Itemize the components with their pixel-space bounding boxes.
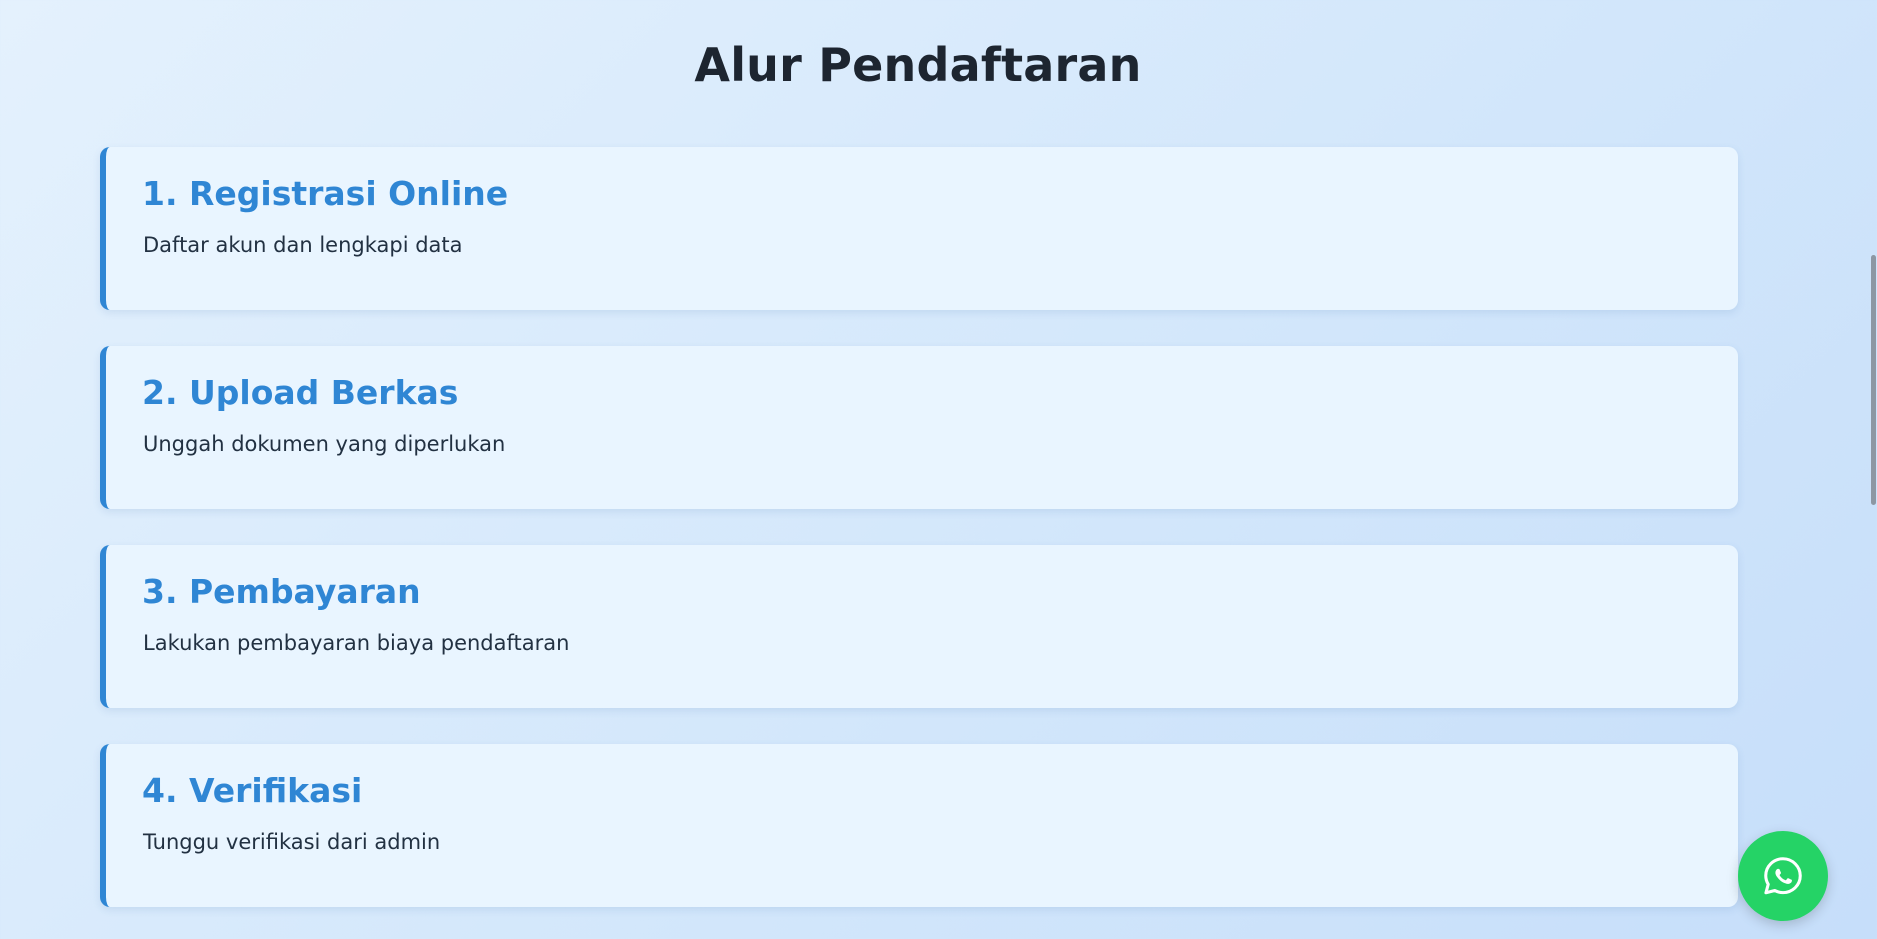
- step-description: Tunggu verifikasi dari admin: [143, 830, 441, 854]
- step-title: 3. Pembayaran: [142, 572, 421, 611]
- step-title: 4. Verifikasi: [142, 771, 363, 810]
- page-scrollbar[interactable]: [1870, 0, 1877, 939]
- whatsapp-icon: [1764, 857, 1802, 895]
- step-description: Lakukan pembayaran biaya pendaftaran: [143, 631, 570, 655]
- steps-list: 1. Registrasi Online Daftar akun dan len…: [100, 147, 1738, 939]
- step-title: 2. Upload Berkas: [142, 373, 459, 412]
- scrollbar-thumb[interactable]: [1871, 255, 1876, 505]
- step-card-pembayaran: 3. Pembayaran Lakukan pembayaran biaya p…: [100, 545, 1738, 708]
- step-description: Unggah dokumen yang diperlukan: [143, 432, 506, 456]
- step-card-upload-berkas: 2. Upload Berkas Unggah dokumen yang dip…: [100, 346, 1738, 509]
- whatsapp-chat-button[interactable]: [1738, 831, 1828, 921]
- step-card-verifikasi: 4. Verifikasi Tunggu verifikasi dari adm…: [100, 744, 1738, 907]
- step-title: 1. Registrasi Online: [142, 174, 509, 213]
- step-card-registrasi-online: 1. Registrasi Online Daftar akun dan len…: [100, 147, 1738, 310]
- section-title: Alur Pendaftaran: [694, 38, 1142, 92]
- step-description: Daftar akun dan lengkapi data: [143, 233, 463, 257]
- registration-flow-section: Alur Pendaftaran 1. Registrasi Online Da…: [0, 0, 1877, 939]
